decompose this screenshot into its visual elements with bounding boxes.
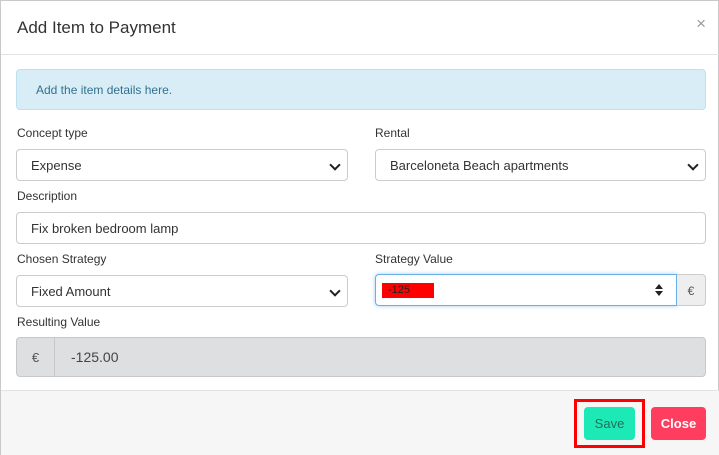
rental-select[interactable]: Barceloneta Beach apartments (375, 149, 706, 181)
strategy-currency-addon: € (677, 274, 706, 306)
chevron-down-icon (329, 159, 341, 171)
strategy-value-label: Strategy Value (375, 252, 453, 266)
add-item-modal: Add Item to Payment × Add the item detai… (0, 0, 719, 455)
resulting-currency-prefix: € (17, 338, 55, 376)
resulting-value-text: -125.00 (71, 349, 119, 365)
rental-label: Rental (375, 126, 410, 140)
chevron-down-icon (329, 285, 341, 297)
rental-value: Barceloneta Beach apartments (390, 158, 569, 173)
info-alert: Add the item details here. (16, 69, 706, 110)
close-icon[interactable]: × (696, 15, 706, 32)
resulting-value-field: € -125.00 (16, 337, 706, 377)
strategy-value-input[interactable]: -125 (375, 274, 677, 306)
spinner-down-icon[interactable] (655, 291, 663, 296)
description-input[interactable]: Fix broken bedroom lamp (16, 212, 706, 244)
modal-header: Add Item to Payment × (1, 1, 719, 55)
close-button[interactable]: Close (651, 407, 706, 440)
info-alert-text: Add the item details here. (36, 83, 173, 97)
concept-type-select[interactable]: Expense (16, 149, 348, 181)
concept-type-value: Expense (31, 158, 82, 173)
modal-title: Add Item to Payment (17, 18, 176, 37)
strategy-value-text: -125 (382, 283, 435, 298)
save-button[interactable]: Save (584, 407, 635, 440)
description-value: Fix broken bedroom lamp (31, 221, 179, 236)
description-label: Description (17, 189, 78, 203)
concept-type-label: Concept type (17, 126, 88, 140)
chosen-strategy-value: Fixed Amount (31, 284, 111, 299)
chosen-strategy-select[interactable]: Fixed Amount (16, 275, 348, 307)
number-spinner-icon[interactable] (654, 283, 664, 297)
chevron-down-icon (687, 159, 699, 171)
chosen-strategy-label: Chosen Strategy (17, 252, 107, 266)
spinner-up-icon[interactable] (655, 284, 663, 289)
resulting-value-label: Resulting Value (17, 315, 101, 329)
